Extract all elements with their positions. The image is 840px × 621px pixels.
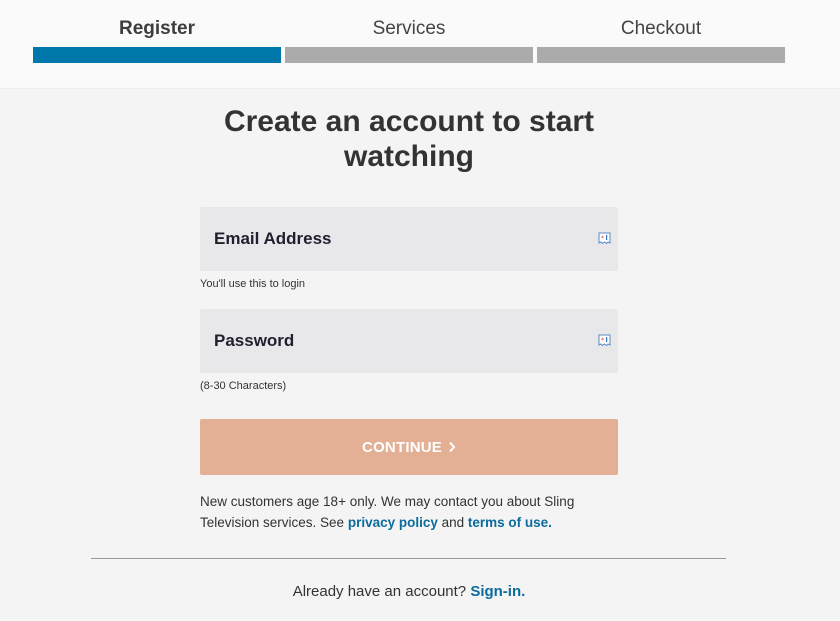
email-hint: You'll use this to login (200, 278, 306, 290)
password-field-container: * (200, 309, 618, 373)
autofill-card-icon[interactable]: * (598, 334, 611, 347)
chevron-right-icon (449, 441, 456, 453)
step-bar-active (33, 47, 281, 63)
signin-link[interactable]: Sign-in. (470, 583, 525, 600)
password-hint: (8-30 Characters) (200, 380, 287, 392)
step-bar (285, 47, 533, 63)
email-field[interactable] (200, 207, 618, 271)
signin-text: Already have an account? (292, 583, 471, 600)
legal-notice: New customers age 18+ only. We may conta… (200, 491, 618, 533)
step-label: Checkout (620, 18, 702, 39)
progress-stepper: Register Services Checkout (0, 0, 840, 89)
step-checkout: Checkout (537, 0, 785, 89)
page-title: Create an account to start watching (223, 105, 595, 173)
password-field[interactable] (200, 309, 618, 373)
legal-and: and (437, 515, 468, 530)
step-bar (537, 47, 785, 63)
svg-text:*: * (601, 337, 604, 344)
continue-label: CONTINUE (362, 438, 442, 456)
step-label: Register (118, 18, 196, 39)
step-register: Register (33, 0, 281, 89)
continue-button[interactable]: CONTINUE (200, 419, 618, 475)
step-services: Services (285, 0, 533, 89)
svg-text:*: * (601, 235, 604, 242)
step-label: Services (372, 18, 446, 39)
divider (91, 558, 726, 559)
email-field-container: * (200, 207, 618, 271)
autofill-card-icon[interactable]: * (598, 232, 611, 245)
privacy-policy-link[interactable]: privacy policy (348, 515, 438, 530)
signin-prompt: Already have an account? Sign-in. (0, 583, 818, 600)
terms-of-use-link[interactable]: terms of use. (468, 515, 552, 530)
